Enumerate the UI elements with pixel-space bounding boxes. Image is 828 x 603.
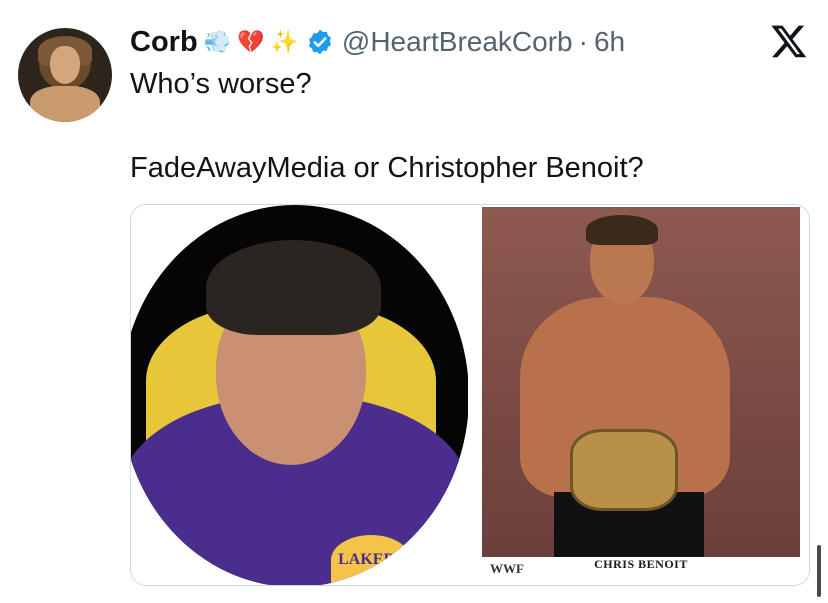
avatar-face [50, 46, 80, 84]
broken-heart-emoji: 💔 [237, 29, 265, 55]
wrestler-hair [586, 215, 658, 245]
x-logo-icon[interactable] [770, 22, 808, 60]
dash-cloud-emoji: 💨 [203, 29, 232, 55]
lakers-logo: LAKERS [331, 535, 411, 585]
tweet-text-line-2: FadeAwayMedia or Christopher Benoit? [130, 152, 644, 184]
scrollbar[interactable] [817, 545, 821, 597]
avatar-torso [30, 86, 100, 122]
verified-badge-icon [308, 29, 331, 55]
tweet-media[interactable]: LAKERS WWF CHRIS BENOIT [130, 204, 810, 586]
wrestler-poster [482, 207, 800, 557]
author-handle[interactable]: @HeartBreakCorb [342, 26, 573, 58]
tweet-time[interactable]: 6h [594, 26, 625, 58]
media-image-left[interactable]: LAKERS [131, 205, 468, 585]
championship-belt [570, 429, 678, 511]
author-avatar[interactable] [18, 28, 112, 122]
profile-circle-photo: LAKERS [131, 205, 468, 585]
poster-caption: CHRIS BENOIT [594, 557, 688, 571]
person-hair [206, 240, 381, 335]
separator-dot: · [578, 26, 588, 57]
sparkles-emoji: ✨ [270, 29, 298, 55]
tweet-header: Corb 💨 💔 ✨ @HeartBreakCorb · 6h [130, 25, 625, 59]
author-name[interactable]: Corb [130, 26, 198, 59]
media-image-right[interactable]: WWF CHRIS BENOIT [468, 205, 809, 585]
tweet-text-line-1: Who’s worse? [130, 68, 312, 100]
